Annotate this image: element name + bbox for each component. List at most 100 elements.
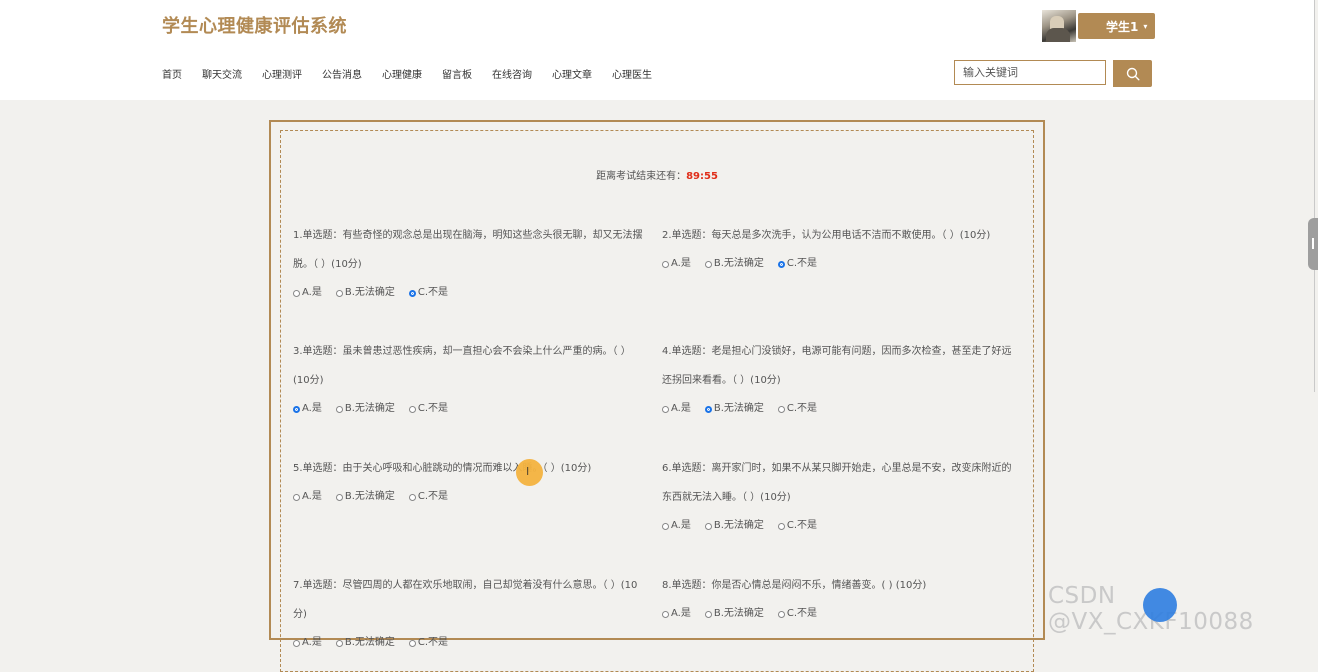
user-menu[interactable]: 学生1 ▾ (1042, 10, 1156, 42)
question-text: 5.单选题：由于关心呼吸和心脏跳动的情况而难以入睡。（ ）(10分) (293, 463, 592, 474)
answer-option-label: C.不是 (417, 287, 449, 298)
answer-option-label: B.无法确定 (344, 637, 395, 648)
radio-button[interactable] (662, 260, 669, 268)
radio-button[interactable] (408, 289, 416, 297)
answer-option[interactable]: A.是 (293, 395, 322, 423)
radio-button[interactable] (293, 405, 300, 413)
answer-option[interactable]: B.无法确定 (335, 395, 395, 423)
answer-options: A.是 B.无法确定 C.不是 (293, 629, 647, 657)
radio-button[interactable] (335, 493, 343, 501)
radio-button[interactable] (777, 522, 785, 530)
answer-option[interactable]: C.不是 (408, 395, 449, 423)
answer-option-label: C.不是 (417, 403, 449, 414)
site-header: 学生心理健康评估系统 学生1 ▾ 首页 聊天交流 心理测评 公告消息 心理健康 … (0, 0, 1314, 100)
radio-button[interactable] (662, 610, 669, 618)
nav-item-chat[interactable]: 聊天交流 (202, 66, 242, 81)
nav-item-announcements[interactable]: 公告消息 (322, 66, 362, 81)
search-button[interactable] (1113, 60, 1152, 87)
answer-option[interactable]: C.不是 (408, 483, 448, 511)
answer-option-label: A.是 (671, 403, 691, 414)
answer-option-label: A.是 (671, 520, 691, 531)
answer-option[interactable]: A.是 (662, 512, 691, 540)
avatar[interactable] (1042, 10, 1076, 42)
radio-button[interactable] (662, 405, 669, 413)
question-text: 3.单选题：虽未曾患过恶性疾病，却一直担心会不会染上什么严重的病。（ ）(10分… (293, 346, 631, 386)
answer-option-label: B.无法确定 (713, 520, 764, 531)
answer-options: A.是 B.无法确定 C.不是 (293, 279, 647, 307)
answer-option[interactable]: B.无法确定 (704, 512, 764, 540)
answer-option[interactable]: A.是 (662, 250, 691, 278)
chevron-down-icon: ▾ (1143, 21, 1148, 31)
question-5: 5.单选题：由于关心呼吸和心脏跳动的情况而难以入睡。（ ）(10分) A.是 B.无… (293, 454, 647, 511)
radio-button[interactable] (408, 639, 416, 647)
radio-button[interactable] (704, 610, 712, 618)
side-drawer-handle[interactable] (1308, 218, 1318, 270)
answer-option[interactable]: C.不是 (777, 395, 817, 423)
answer-option-label: A.是 (302, 403, 322, 414)
exam-inner-frame: 距离考试结束还有：89:55 1.单选题：有些奇怪的观念总是出现在脑海，明知这些… (280, 130, 1034, 672)
answer-option[interactable]: B.无法确定 (335, 629, 395, 657)
nav-item-doctors[interactable]: 心理医生 (612, 66, 652, 81)
radio-button[interactable] (335, 289, 343, 297)
nav-item-online-consult[interactable]: 在线咨询 (492, 66, 532, 81)
radio-button[interactable] (335, 405, 343, 413)
text-cursor-icon: I (526, 465, 530, 478)
answer-option[interactable]: B.无法确定 (335, 279, 395, 307)
answer-option-label: A.是 (302, 287, 322, 298)
answer-option-label: C.不是 (786, 608, 818, 619)
answer-option[interactable]: C.不是 (777, 250, 818, 278)
answer-option[interactable]: C.不是 (777, 600, 818, 628)
radio-button[interactable] (662, 522, 669, 530)
radio-button[interactable] (293, 493, 300, 501)
answer-options: A.是 B.无法确定 C.不是 (293, 395, 647, 423)
radio-button[interactable] (293, 289, 300, 297)
answer-option-label: B.无法确定 (344, 491, 395, 502)
answer-option[interactable]: B.无法确定 (335, 483, 395, 511)
nav-item-articles[interactable]: 心理文章 (552, 66, 592, 81)
question-text: 1.单选题：有些奇怪的观念总是出现在脑海，明知这些念头很无聊，却又无法摆脱。（ … (293, 230, 643, 270)
answer-option-label: C.不是 (786, 258, 818, 269)
radio-button[interactable] (777, 405, 785, 413)
question-7: 7.单选题：尽管四周的人都在欢乐地取闹，自己却觉着没有什么意思。（ ）(10分)… (293, 571, 647, 657)
answer-option-label: B.无法确定 (344, 403, 395, 414)
answer-option[interactable]: C.不是 (408, 629, 448, 657)
search-input[interactable] (954, 60, 1106, 85)
answer-option[interactable]: A.是 (662, 395, 691, 423)
answer-option[interactable]: C.不是 (408, 279, 449, 307)
answer-option[interactable]: A.是 (293, 279, 322, 307)
nav-item-mental-health[interactable]: 心理健康 (382, 66, 422, 81)
radio-button[interactable] (704, 522, 712, 530)
radio-button[interactable] (408, 493, 416, 501)
answer-option[interactable]: B.无法确定 (704, 395, 764, 423)
answer-option[interactable]: A.是 (293, 483, 322, 511)
nav-item-home[interactable]: 首页 (162, 66, 182, 81)
radio-button[interactable] (704, 260, 712, 268)
page-scrollbar-track[interactable] (1314, 0, 1315, 392)
user-dropdown-button[interactable]: 学生1 ▾ (1078, 13, 1156, 39)
search-icon (1126, 67, 1140, 81)
answer-option-label: C.不是 (786, 520, 818, 531)
nav-item-assessment[interactable]: 心理测评 (262, 66, 302, 81)
exam-panel: 距离考试结束还有：89:55 1.单选题：有些奇怪的观念总是出现在脑海，明知这些… (269, 120, 1045, 672)
question-6: 6.单选题：离开家门时，如果不从某只脚开始走，心里总是不安，改变床附近的东西就无… (662, 454, 1016, 540)
answer-option[interactable]: B.无法确定 (704, 600, 764, 628)
radio-button[interactable] (408, 405, 416, 413)
answer-options: A.是 B.无法确定 C.不是 (662, 512, 1016, 540)
radio-button[interactable] (335, 639, 343, 647)
answer-option[interactable]: C.不是 (777, 512, 818, 540)
site-brand[interactable]: 学生心理健康评估系统 (162, 12, 347, 38)
radio-button[interactable] (293, 639, 300, 647)
answer-option[interactable]: A.是 (293, 629, 322, 657)
radio-button[interactable] (704, 405, 712, 413)
radio-button[interactable] (777, 610, 785, 618)
question-text: 2.单选题：每天总是多次洗手，认为公用电话不洁而不敢使用。（ ）(10分) (662, 230, 991, 241)
answer-option[interactable]: A.是 (662, 600, 691, 628)
question-text: 4.单选题：老是担心门没锁好，电源可能有问题，因而多次检查，甚至走了好远还拐回来… (662, 346, 1012, 386)
answer-option-label: A.是 (302, 637, 322, 648)
answer-option[interactable]: B.无法确定 (704, 250, 764, 278)
wechat-badge-icon (1143, 588, 1177, 622)
question-8: 8.单选题：你是否心情总是闷闷不乐，情绪善变。( ) (10分) A.是 B.无法确… (662, 571, 1016, 628)
nav-item-message-board[interactable]: 留言板 (442, 66, 472, 81)
watermark: CSDN @VX_CXKF10088 (1048, 583, 1254, 635)
radio-button[interactable] (777, 260, 785, 268)
